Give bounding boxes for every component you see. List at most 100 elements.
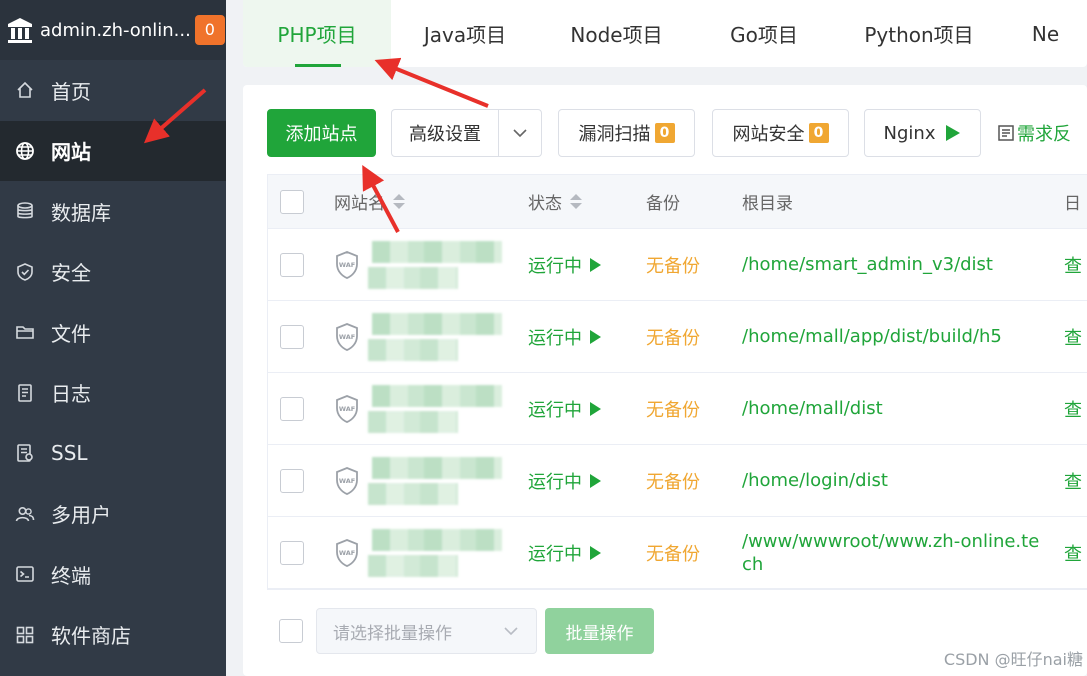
sidebar-item-label: 多用户 (51, 503, 111, 528)
tab-php[interactable]: PHP项目 (243, 0, 391, 67)
sidebar: admin.zh-onlin... 0 首页 网站 数据库 安全 文件 日志 S… (0, 0, 226, 676)
sidebar-item-users[interactable]: 多用户 (0, 484, 226, 545)
tab-python[interactable]: Python项目 (834, 0, 1004, 67)
row-checkbox[interactable] (280, 229, 304, 300)
play-icon (590, 329, 601, 344)
backup-status[interactable]: 无备份 (646, 373, 700, 444)
site-name-redacted[interactable] (372, 457, 502, 479)
sidebar-item-database[interactable]: 数据库 (0, 181, 226, 242)
sidebar-item-ssl[interactable]: SSL (0, 423, 226, 484)
tab-node[interactable]: Node项目 (539, 0, 694, 67)
log-icon (14, 382, 36, 404)
tab-go[interactable]: Go项目 (694, 0, 834, 67)
sidebar-item-store[interactable]: 软件商店 (0, 605, 226, 666)
row-checkbox[interactable] (280, 373, 304, 444)
notification-badge[interactable]: 0 (194, 15, 225, 45)
site-security-label: 网站安全 (732, 124, 805, 145)
logo-icon (8, 18, 32, 43)
advanced-settings-dropdown[interactable]: 高级设置 (391, 109, 542, 157)
sidebar-item-label: 终端 (51, 563, 91, 588)
demand-feedback-link[interactable]: 需求反 (997, 109, 1071, 157)
waf-shield-icon[interactable]: WAF (334, 301, 360, 372)
users-icon (14, 503, 36, 525)
backup-status[interactable]: 无备份 (646, 229, 700, 300)
batch-operation-select[interactable]: 请选择批量操作 (316, 608, 537, 654)
status-running[interactable]: 运行中 (528, 301, 601, 372)
store-icon (14, 624, 36, 646)
sidebar-item-home[interactable]: 首页 (0, 60, 226, 121)
site-name-redacted[interactable] (372, 313, 502, 335)
select-all-checkbox[interactable] (280, 175, 304, 228)
site-name-redacted[interactable] (372, 385, 502, 407)
waf-shield-icon[interactable]: WAF (334, 373, 360, 444)
status-running[interactable]: 运行中 (528, 517, 601, 588)
svg-text:WAF: WAF (339, 549, 355, 557)
backup-status[interactable]: 无备份 (646, 301, 700, 372)
row-extra-link[interactable]: 查 (1064, 445, 1082, 516)
batch-operation-button[interactable]: 批量操作 (545, 608, 654, 654)
sidebar-item-files[interactable]: 文件 (0, 302, 226, 363)
waf-shield-icon[interactable]: WAF (334, 229, 360, 300)
row-extra-link[interactable]: 查 (1064, 229, 1082, 300)
batch-placeholder: 请选择批量操作 (333, 623, 452, 644)
nginx-button[interactable]: Nginx (864, 109, 981, 157)
header-site-name[interactable]: 网站名 (334, 175, 405, 228)
chevron-down-icon (504, 626, 518, 635)
root-directory-link[interactable]: /www/wwwroot/www.zh-online.tech (742, 517, 1042, 588)
site-name-redacted[interactable] (372, 241, 502, 263)
header-status[interactable]: 状态 (528, 175, 582, 228)
server-title[interactable]: admin.zh-onlin... (40, 20, 191, 41)
svg-text:WAF: WAF (339, 405, 355, 413)
table-row: WAF 运行中 无备份/home/mall/dist 查 (268, 373, 1087, 445)
waf-shield-icon[interactable]: WAF (334, 445, 360, 516)
play-icon (590, 545, 601, 560)
root-directory-link[interactable]: /home/mall/dist (742, 373, 1042, 444)
terminal-icon (14, 563, 36, 585)
sidebar-item-label: 日志 (51, 382, 91, 407)
row-checkbox[interactable] (280, 445, 304, 516)
sidebar-item-terminal[interactable]: 终端 (0, 544, 226, 605)
row-extra-link[interactable]: 查 (1064, 517, 1082, 588)
footer-select-checkbox[interactable] (279, 619, 303, 643)
waf-shield-icon[interactable]: WAF (334, 517, 360, 588)
status-running[interactable]: 运行中 (528, 229, 601, 300)
site-name-redacted[interactable] (372, 529, 502, 551)
sidebar-item-label: 数据库 (51, 200, 111, 225)
site-security-button[interactable]: 网站安全 0 (712, 109, 849, 157)
table-row: WAF 运行中 无备份/www/wwwroot/www.zh-online.tech… (268, 517, 1087, 589)
row-extra-link[interactable]: 查 (1064, 373, 1082, 444)
play-icon (946, 125, 961, 141)
status-running[interactable]: 运行中 (528, 445, 601, 516)
sidebar-item-security[interactable]: 安全 (0, 242, 226, 303)
sidebar-item-website[interactable]: 网站 (0, 120, 226, 181)
site-name-redacted-2 (368, 339, 458, 361)
site-name-redacted-2 (368, 555, 458, 577)
sidebar-item-label: 安全 (51, 261, 91, 286)
row-extra-link[interactable]: 查 (1064, 301, 1082, 372)
vuln-count-badge: 0 (654, 123, 675, 143)
site-name-redacted-2 (368, 483, 458, 505)
header-extra: 日 (1064, 194, 1081, 214)
backup-status[interactable]: 无备份 (646, 517, 700, 588)
row-checkbox[interactable] (280, 517, 304, 588)
tab-java[interactable]: Java项目 (391, 0, 539, 67)
table-row: WAF 运行中 无备份/home/login/dist 查 (268, 445, 1087, 517)
row-checkbox[interactable] (280, 301, 304, 372)
svg-text:WAF: WAF (339, 477, 355, 485)
status-running[interactable]: 运行中 (528, 373, 601, 444)
sidebar-item-label: 网站 (51, 140, 91, 165)
backup-status[interactable]: 无备份 (646, 445, 700, 516)
chevron-down-icon[interactable] (498, 110, 541, 156)
sidebar-item-label: 首页 (51, 79, 91, 104)
root-directory-link[interactable]: /home/mall/app/dist/build/h5 (742, 301, 1042, 372)
vuln-scan-button[interactable]: 漏洞扫描 0 (558, 109, 695, 157)
tab-net[interactable]: Ne (1004, 0, 1087, 67)
add-site-button[interactable]: 添加站点 (267, 109, 376, 157)
root-directory-link[interactable]: /home/smart_admin_v3/dist (742, 229, 1042, 300)
vuln-scan-label: 漏洞扫描 (578, 124, 651, 145)
table-row: WAF 运行中 无备份/home/mall/app/dist/build/h5 查 (268, 301, 1087, 373)
sidebar-item-logs[interactable]: 日志 (0, 363, 226, 424)
demand-label: 需求反 (1017, 124, 1071, 145)
header-backup: 备份 (646, 194, 680, 214)
root-directory-link[interactable]: /home/login/dist (742, 445, 1042, 516)
